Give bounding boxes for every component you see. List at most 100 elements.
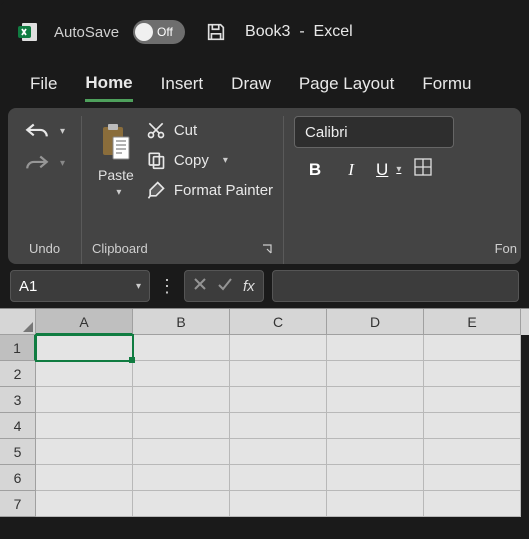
enter-formula-button[interactable] <box>217 277 233 296</box>
tab-file[interactable]: File <box>30 68 57 100</box>
clipboard-icon <box>99 123 133 163</box>
cell[interactable] <box>36 439 133 465</box>
chevron-down-icon: ▾ <box>396 164 401 175</box>
cell[interactable] <box>230 413 327 439</box>
dialog-launcher-icon[interactable] <box>261 243 273 255</box>
cell[interactable] <box>133 439 230 465</box>
row-header[interactable]: 6 <box>0 465 36 491</box>
clipboard-group-label: Clipboard <box>92 237 273 260</box>
select-all-corner[interactable] <box>0 309 36 335</box>
cell[interactable] <box>424 361 521 387</box>
cell[interactable] <box>36 465 133 491</box>
scissors-icon <box>146 120 166 140</box>
tab-insert[interactable]: Insert <box>161 68 204 100</box>
cell[interactable] <box>133 413 230 439</box>
chevron-down-icon: ▾ <box>60 158 65 169</box>
border-button[interactable] <box>412 158 434 181</box>
column-header[interactable]: E <box>424 309 521 335</box>
paste-label: Paste <box>98 167 134 183</box>
excel-logo-icon <box>16 20 40 44</box>
clipboard-group: Paste ▾ Cut Copy ▾ Format Painter <box>82 116 284 264</box>
cell[interactable] <box>133 361 230 387</box>
ribbon-tabs: File Home Insert Draw Page Layout Formu <box>0 64 529 104</box>
cell[interactable] <box>230 465 327 491</box>
cell[interactable] <box>424 491 521 517</box>
column-header[interactable]: C <box>230 309 327 335</box>
cell[interactable] <box>424 413 521 439</box>
tab-draw[interactable]: Draw <box>231 68 271 100</box>
cell[interactable] <box>424 465 521 491</box>
font-group-label: Fon <box>294 237 517 260</box>
cell[interactable] <box>327 361 424 387</box>
cell[interactable] <box>36 413 133 439</box>
spreadsheet-grid: A B C D E 1 2 3 4 5 6 7 <box>0 308 529 517</box>
redo-button[interactable]: ▾ <box>24 152 65 174</box>
document-title: Book3 - Excel <box>245 23 353 41</box>
tab-page-layout[interactable]: Page Layout <box>299 68 394 100</box>
bold-button[interactable]: B <box>304 160 326 180</box>
chevron-down-icon: ▾ <box>223 155 228 166</box>
row-header[interactable]: 4 <box>0 413 36 439</box>
format-painter-button[interactable]: Format Painter <box>146 180 273 200</box>
cut-button[interactable]: Cut <box>146 120 273 140</box>
cell[interactable] <box>230 439 327 465</box>
row-header[interactable]: 1 <box>0 335 36 361</box>
cell[interactable] <box>36 361 133 387</box>
column-header[interactable]: A <box>36 309 133 335</box>
paste-button[interactable]: Paste ▾ <box>92 116 140 204</box>
autosave-label: AutoSave <box>54 24 119 41</box>
ribbon: ▾ ▾ Undo Paste ▾ Cut <box>8 108 521 264</box>
cell[interactable] <box>327 413 424 439</box>
cell[interactable] <box>230 335 327 361</box>
cell[interactable] <box>424 387 521 413</box>
formula-input[interactable] <box>272 270 519 302</box>
cell[interactable] <box>230 361 327 387</box>
cell[interactable] <box>327 335 424 361</box>
cell[interactable] <box>36 335 133 361</box>
save-button[interactable] <box>205 21 227 43</box>
chevron-down-icon: ▾ <box>136 281 141 292</box>
column-headers: A B C D E <box>0 309 529 335</box>
cancel-formula-button[interactable] <box>193 277 207 296</box>
chevron-down-icon: ▾ <box>60 126 65 137</box>
row-header[interactable]: 5 <box>0 439 36 465</box>
cell[interactable] <box>36 387 133 413</box>
copy-icon <box>146 150 166 170</box>
column-header[interactable]: B <box>133 309 230 335</box>
cell[interactable] <box>36 491 133 517</box>
cell[interactable] <box>424 439 521 465</box>
italic-button[interactable]: I <box>340 160 362 180</box>
row-header[interactable]: 2 <box>0 361 36 387</box>
autosave-toggle[interactable]: Off <box>133 20 185 44</box>
insert-function-button[interactable]: fx <box>243 278 255 295</box>
formula-buttons: fx <box>184 270 264 302</box>
underline-button[interactable]: U▾ <box>376 160 398 180</box>
cell[interactable] <box>327 387 424 413</box>
font-group: Calibri B I U▾ Fon <box>284 116 521 264</box>
cell[interactable] <box>133 491 230 517</box>
cell[interactable] <box>133 387 230 413</box>
cell[interactable] <box>230 491 327 517</box>
chevron-down-icon: ▾ <box>116 187 121 198</box>
cell[interactable] <box>327 439 424 465</box>
cell[interactable] <box>424 335 521 361</box>
copy-button[interactable]: Copy ▾ <box>146 150 273 170</box>
cell[interactable] <box>327 491 424 517</box>
cell[interactable] <box>327 465 424 491</box>
undo-group-label: Undo <box>18 237 71 260</box>
tab-home[interactable]: Home <box>85 67 132 102</box>
cell[interactable] <box>133 335 230 361</box>
row-header[interactable]: 3 <box>0 387 36 413</box>
paintbrush-icon <box>146 180 166 200</box>
cell[interactable] <box>230 387 327 413</box>
row-header[interactable]: 7 <box>0 491 36 517</box>
cell[interactable] <box>133 465 230 491</box>
title-bar: AutoSave Off Book3 - Excel <box>0 0 529 64</box>
column-header[interactable]: D <box>327 309 424 335</box>
more-options-icon[interactable]: ⋮ <box>158 276 176 297</box>
font-name-select[interactable]: Calibri <box>294 116 454 148</box>
undo-button[interactable]: ▾ <box>24 120 65 142</box>
name-box[interactable]: A1 ▾ <box>10 270 150 302</box>
formula-bar-row: A1 ▾ ⋮ fx <box>0 264 529 308</box>
tab-formulas[interactable]: Formu <box>422 68 471 100</box>
